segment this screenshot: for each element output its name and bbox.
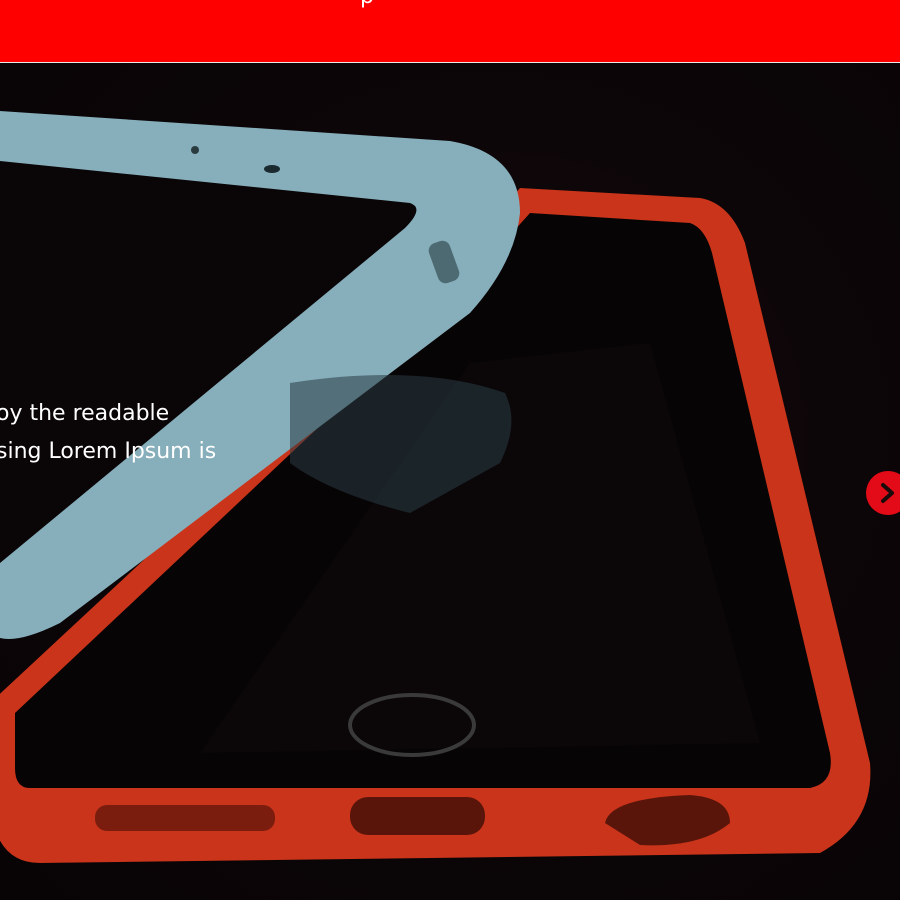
earpiece-dot (264, 165, 280, 173)
hero-slider: oy the readable sing Lorem Ipsum is (0, 63, 900, 900)
hero-image (0, 111, 871, 863)
camera-dot (191, 146, 199, 154)
hero-text-line-1: oy the readable (0, 401, 170, 426)
speaker-grill-left (95, 805, 275, 831)
hero-text: oy the readable sing Lorem Ipsum is (0, 395, 296, 471)
charging-port (350, 797, 485, 835)
hero-text-line-2: sing Lorem Ipsum is (0, 439, 217, 464)
chevron-right-icon (881, 483, 894, 503)
top-bar: p (0, 0, 900, 62)
header-text: p (360, 0, 374, 8)
